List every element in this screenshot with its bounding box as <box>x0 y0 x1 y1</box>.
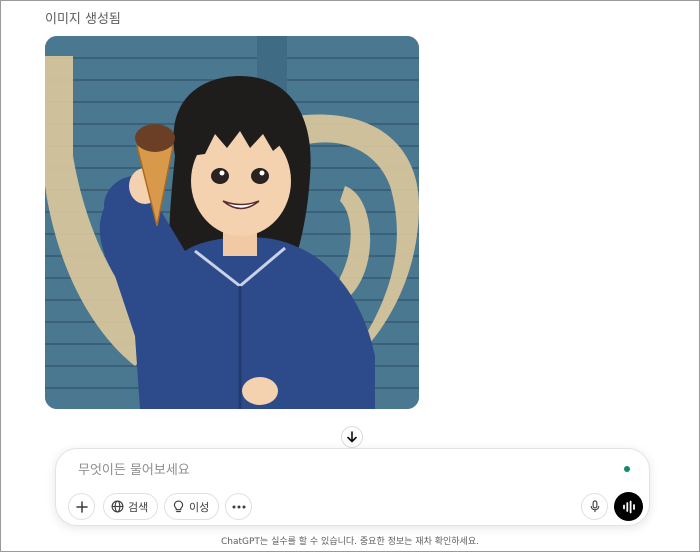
message-composer: 검색 이성 <box>55 448 650 526</box>
ellipsis-icon <box>232 505 245 508</box>
reason-button-label: 이성 <box>189 500 210 514</box>
voice-mode-icon <box>622 500 635 513</box>
plus-icon <box>75 500 88 513</box>
reason-button[interactable]: 이성 <box>164 493 220 520</box>
status-dot <box>624 466 630 472</box>
disclaimer-text: ChatGPT는 실수를 할 수 있습니다. 중요한 정보는 재차 확인하세요. <box>221 537 479 547</box>
generated-image[interactable] <box>45 36 419 409</box>
search-button-label: 검색 <box>128 500 149 514</box>
arrow-down-icon <box>347 431 357 443</box>
globe-icon <box>111 500 124 513</box>
scroll-to-bottom-button[interactable] <box>341 426 363 448</box>
microphone-icon <box>590 500 599 513</box>
search-button[interactable]: 검색 <box>103 493 159 520</box>
lightbulb-icon <box>173 500 184 513</box>
prompt-input[interactable] <box>76 459 600 481</box>
image-generated-label: 이미지 생성됨 <box>45 12 121 27</box>
add-attachment-button[interactable] <box>68 493 95 520</box>
dictate-button[interactable] <box>581 493 608 520</box>
anime-girl-illustration <box>45 36 419 409</box>
more-tools-button[interactable] <box>225 493 252 520</box>
voice-mode-button[interactable] <box>614 492 643 521</box>
